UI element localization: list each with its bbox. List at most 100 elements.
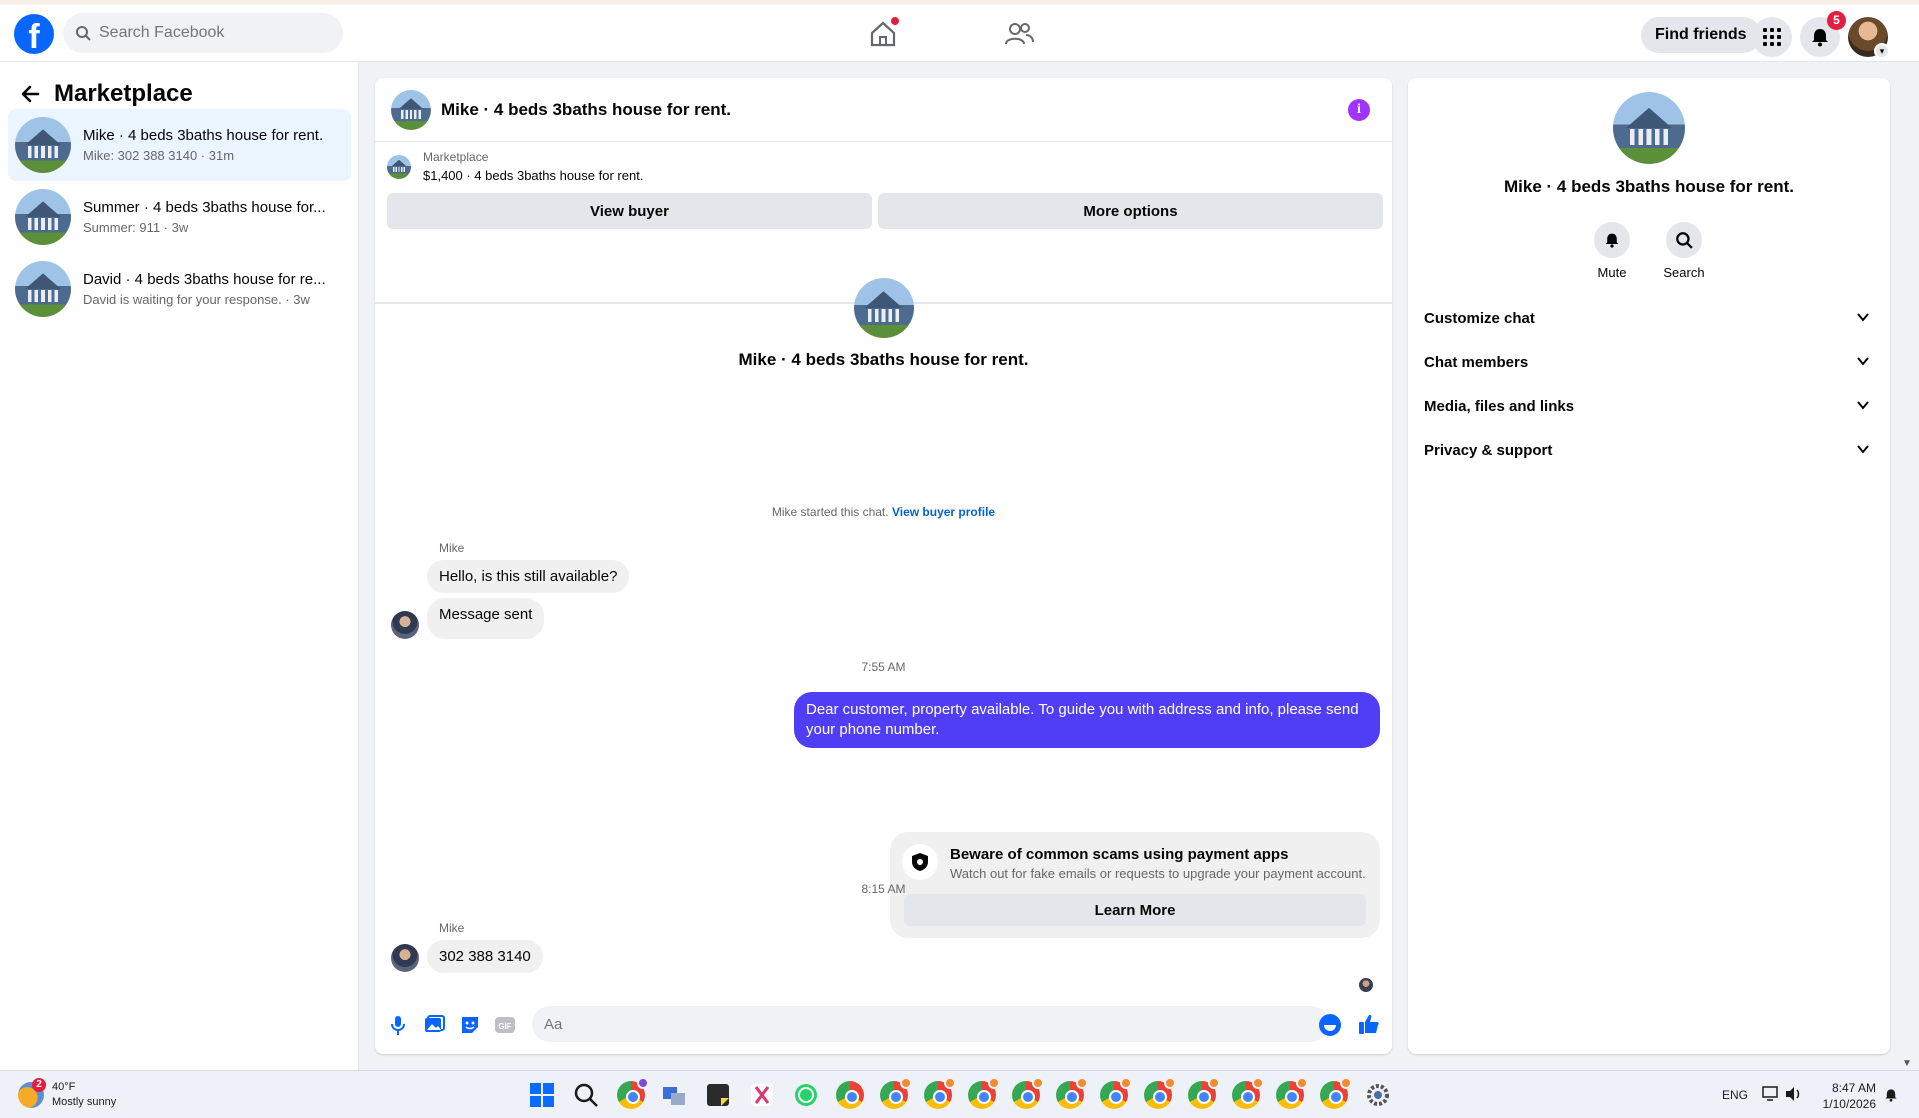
bell-icon	[1594, 222, 1630, 258]
chat-header-avatar[interactable]	[391, 89, 431, 130]
whatsapp-icon[interactable]	[792, 1081, 820, 1109]
sender-avatar[interactable]	[391, 611, 419, 639]
section-label: Media, files and links	[1424, 397, 1575, 415]
listing-mini-thumbnail	[387, 154, 411, 179]
chrome-profile-icon[interactable]	[1100, 1077, 1132, 1109]
incoming-message[interactable]: Message sent	[427, 598, 545, 639]
chrome-profile-icon[interactable]	[880, 1077, 912, 1109]
weather-description: Mostly sunny	[52, 1096, 117, 1108]
chevron-down-icon	[1857, 357, 1869, 366]
search-icon	[1666, 222, 1702, 258]
message-sender-name: Mike	[439, 921, 465, 935]
chrome-profile-icon[interactable]	[617, 1077, 649, 1109]
incoming-message[interactable]: 302 388 3140	[427, 940, 543, 973]
details-header: Mike · 4 beds 3baths house for rent.	[1408, 92, 1890, 197]
chrome-profile-icon[interactable]	[968, 1077, 1000, 1109]
photo-icon[interactable]	[423, 1014, 445, 1036]
network-app-icon[interactable]	[660, 1081, 688, 1109]
search-in-conversation-button[interactable]: Search	[1654, 222, 1714, 280]
listing-thumbnail	[15, 117, 71, 173]
listing-thumbnail	[15, 261, 71, 317]
menu-grid-icon[interactable]	[1752, 17, 1792, 57]
notifications-bell-icon[interactable]: 5	[1800, 11, 1846, 57]
taskbar-search-icon[interactable]	[572, 1081, 600, 1109]
sender-avatar[interactable]	[391, 944, 419, 972]
message-composer: GIF	[375, 998, 1392, 1054]
sticky-notes-icon[interactable]	[704, 1081, 732, 1109]
chrome-profile-icon[interactable]	[1232, 1077, 1264, 1109]
home-notification-dot	[891, 17, 899, 25]
account-chevron-down-icon[interactable]: ▾	[1874, 43, 1890, 59]
conversation-preview: Mike: 302 388 3140 · 31m	[83, 148, 235, 163]
language-indicator[interactable]: ENG	[1722, 1088, 1748, 1102]
chevron-down-icon	[1857, 313, 1869, 322]
chat-intro: Mike · 4 beds 3baths house for rent.	[375, 278, 1392, 370]
friends-icon[interactable]	[1004, 19, 1034, 49]
message-timestamp: 7:55 AM	[861, 660, 906, 674]
chrome-profile-icon[interactable]	[1056, 1077, 1088, 1109]
home-icon[interactable]	[868, 17, 899, 49]
details-avatar[interactable]	[1613, 92, 1685, 164]
back-arrow-icon[interactable]	[20, 84, 40, 104]
more-options-button[interactable]: More options	[878, 193, 1383, 229]
learn-more-button[interactable]: Learn More	[904, 894, 1366, 926]
snipping-tool-icon[interactable]	[748, 1081, 776, 1109]
conversation-preview: Summer: 911 · 3w	[83, 220, 189, 235]
chat-header: Mike · 4 beds 3baths house for rent. i	[375, 78, 1392, 142]
read-receipt-avatar	[1359, 978, 1373, 992]
weather-widget[interactable]: 2 40°F Mostly sunny	[18, 1078, 117, 1110]
listing-summary[interactable]: Marketplace $1,400 · 4 beds 3baths house…	[387, 150, 643, 183]
message-input[interactable]	[532, 1006, 1329, 1042]
chrome-profile-icon[interactable]	[924, 1077, 956, 1109]
chrome-profile-icon[interactable]	[1144, 1077, 1176, 1109]
search-icon	[76, 26, 91, 41]
section-chat-members[interactable]: Chat members	[1424, 340, 1880, 384]
page-title: Marketplace	[54, 80, 193, 107]
chrome-profile-icon[interactable]	[1320, 1077, 1352, 1109]
network-display-icon[interactable]	[1762, 1086, 1780, 1102]
chrome-icon[interactable]	[836, 1081, 864, 1109]
search-box[interactable]	[63, 13, 343, 53]
chat-started-text: Mike started this chat.	[771, 505, 889, 519]
scrollbar-down-arrow-icon[interactable]: ▼	[1902, 1058, 1912, 1069]
weather-temperature: 40°F	[52, 1081, 76, 1093]
notification-center-bell-icon[interactable]	[1884, 1087, 1898, 1103]
scam-warning-description: Watch out for fake emails or requests to…	[950, 866, 1366, 881]
chrome-profile-icon[interactable]	[1188, 1077, 1220, 1109]
volume-icon[interactable]	[1784, 1086, 1802, 1102]
sticker-icon[interactable]	[459, 1014, 481, 1036]
settings-gear-icon[interactable]	[1364, 1081, 1392, 1109]
intro-avatar	[853, 278, 914, 338]
chevron-down-icon	[1857, 445, 1869, 454]
weather-badge: 2	[32, 1078, 46, 1092]
mute-button[interactable]: Mute	[1582, 222, 1642, 280]
section-label: Chat members	[1424, 353, 1529, 371]
chrome-profile-icon[interactable]	[1276, 1077, 1308, 1109]
find-friends-button[interactable]: Find friends	[1641, 17, 1761, 53]
chrome-profile-icon[interactable]	[1012, 1077, 1044, 1109]
conversation-item-summer[interactable]: Summer · 4 beds 3baths house for... Summ…	[8, 181, 351, 253]
thumbs-up-icon[interactable]	[1357, 1012, 1381, 1036]
clock-time: 8:47 AM	[1831, 1081, 1876, 1095]
details-name: Mike · 4 beds 3baths house for rent.	[1503, 177, 1794, 196]
outgoing-message[interactable]: Dear customer, property available. To gu…	[794, 692, 1380, 748]
view-buyer-button[interactable]: View buyer	[387, 193, 872, 229]
facebook-logo-icon[interactable]: f	[14, 14, 54, 54]
microphone-icon[interactable]	[387, 1014, 409, 1036]
section-label: Privacy & support	[1424, 441, 1553, 459]
info-icon[interactable]: i	[1348, 99, 1370, 121]
section-customize-chat[interactable]: Customize chat	[1424, 296, 1880, 340]
section-privacy-support[interactable]: Privacy & support	[1424, 428, 1880, 472]
section-media-files-links[interactable]: Media, files and links	[1424, 384, 1880, 428]
chat-title[interactable]: Mike · 4 beds 3baths house for rent.	[441, 100, 731, 120]
view-buyer-profile-link[interactable]: View buyer profile	[892, 505, 995, 519]
conversation-item-david[interactable]: David · 4 beds 3baths house for re... Da…	[8, 253, 351, 325]
incoming-message[interactable]: Hello, is this still available?	[427, 560, 630, 593]
conversation-item-mike[interactable]: Mike · 4 beds 3baths house for rent. Mik…	[8, 109, 351, 181]
emoji-icon[interactable]	[1319, 1014, 1341, 1036]
search-input[interactable]	[99, 24, 319, 42]
windows-start-icon[interactable]	[528, 1081, 556, 1109]
system-clock[interactable]: 8:47 AM 1/10/2026	[1816, 1080, 1876, 1112]
gif-icon[interactable]: GIF	[494, 1014, 516, 1036]
chevron-down-icon	[1857, 401, 1869, 410]
